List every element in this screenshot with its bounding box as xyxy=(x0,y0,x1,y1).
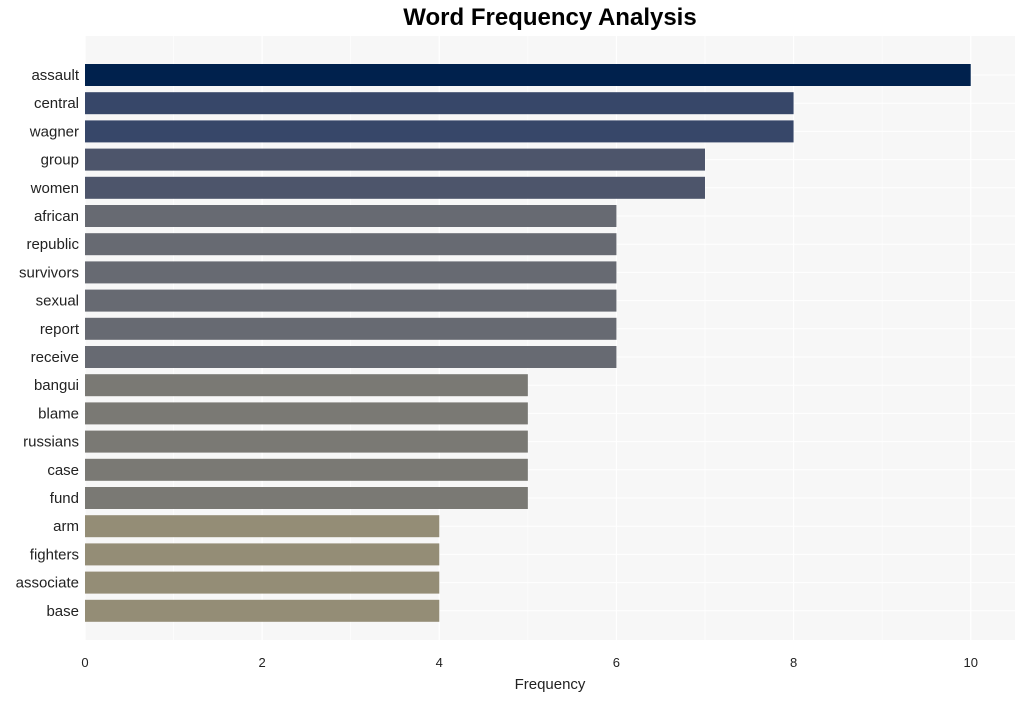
bar-republic[interactable] xyxy=(85,233,617,256)
bar-base[interactable] xyxy=(85,599,440,622)
y-tick-label: case xyxy=(47,462,79,479)
x-tick-label: 0 xyxy=(81,655,88,670)
bar-receive[interactable] xyxy=(85,346,617,368)
y-tick-label: survivors xyxy=(19,264,79,281)
y-tick-label: fighters xyxy=(30,546,79,563)
y-tick-label: sexual xyxy=(36,293,79,310)
bar-fund[interactable] xyxy=(85,487,528,509)
y-tick-label: group xyxy=(41,152,79,169)
y-tick-label: associate xyxy=(16,575,79,592)
y-tick-label: base xyxy=(46,603,79,620)
y-tick-label: fund xyxy=(50,490,79,507)
bar-central[interactable] xyxy=(85,92,794,115)
bar-arm[interactable] xyxy=(85,515,440,538)
y-tick-label: central xyxy=(34,95,79,112)
bar-wagner[interactable] xyxy=(85,120,794,143)
x-tick-label: 6 xyxy=(613,655,620,670)
x-tick-label: 2 xyxy=(259,655,266,670)
y-tick-label: russians xyxy=(23,434,79,451)
bar-african[interactable] xyxy=(85,205,617,227)
x-tick-label: 8 xyxy=(790,655,797,670)
bar-sexual[interactable] xyxy=(85,289,617,312)
y-tick-label: women xyxy=(30,180,79,197)
bar-bangui[interactable] xyxy=(85,374,528,397)
y-tick-label: wagner xyxy=(29,123,79,140)
x-tick-label: 10 xyxy=(963,655,977,670)
bar-women[interactable] xyxy=(85,176,705,199)
bar-associate[interactable] xyxy=(85,571,440,594)
y-tick-label: report xyxy=(40,321,80,338)
bar-assault[interactable] xyxy=(85,64,971,86)
y-tick-label: republic xyxy=(26,236,79,253)
y-tick-label: blame xyxy=(38,405,79,422)
bar-chart: assault central wagner group women african rep… xyxy=(16,36,1015,693)
bar-russians[interactable] xyxy=(85,430,528,453)
bar-fighters[interactable] xyxy=(85,543,440,566)
y-tick-label: bangui xyxy=(34,377,79,394)
bar-report[interactable] xyxy=(85,317,617,340)
x-axis-label: Frequency xyxy=(515,676,586,693)
x-tick-label: 4 xyxy=(436,655,443,670)
bar-blame[interactable] xyxy=(85,402,528,425)
bar-group[interactable] xyxy=(85,148,705,171)
y-tick-label: receive xyxy=(31,349,79,366)
y-tick-label: arm xyxy=(53,518,79,535)
bar-case[interactable] xyxy=(85,458,528,481)
bar-survivors[interactable] xyxy=(85,261,617,284)
y-tick-label: african xyxy=(34,208,79,225)
y-tick-label: assault xyxy=(31,67,79,84)
